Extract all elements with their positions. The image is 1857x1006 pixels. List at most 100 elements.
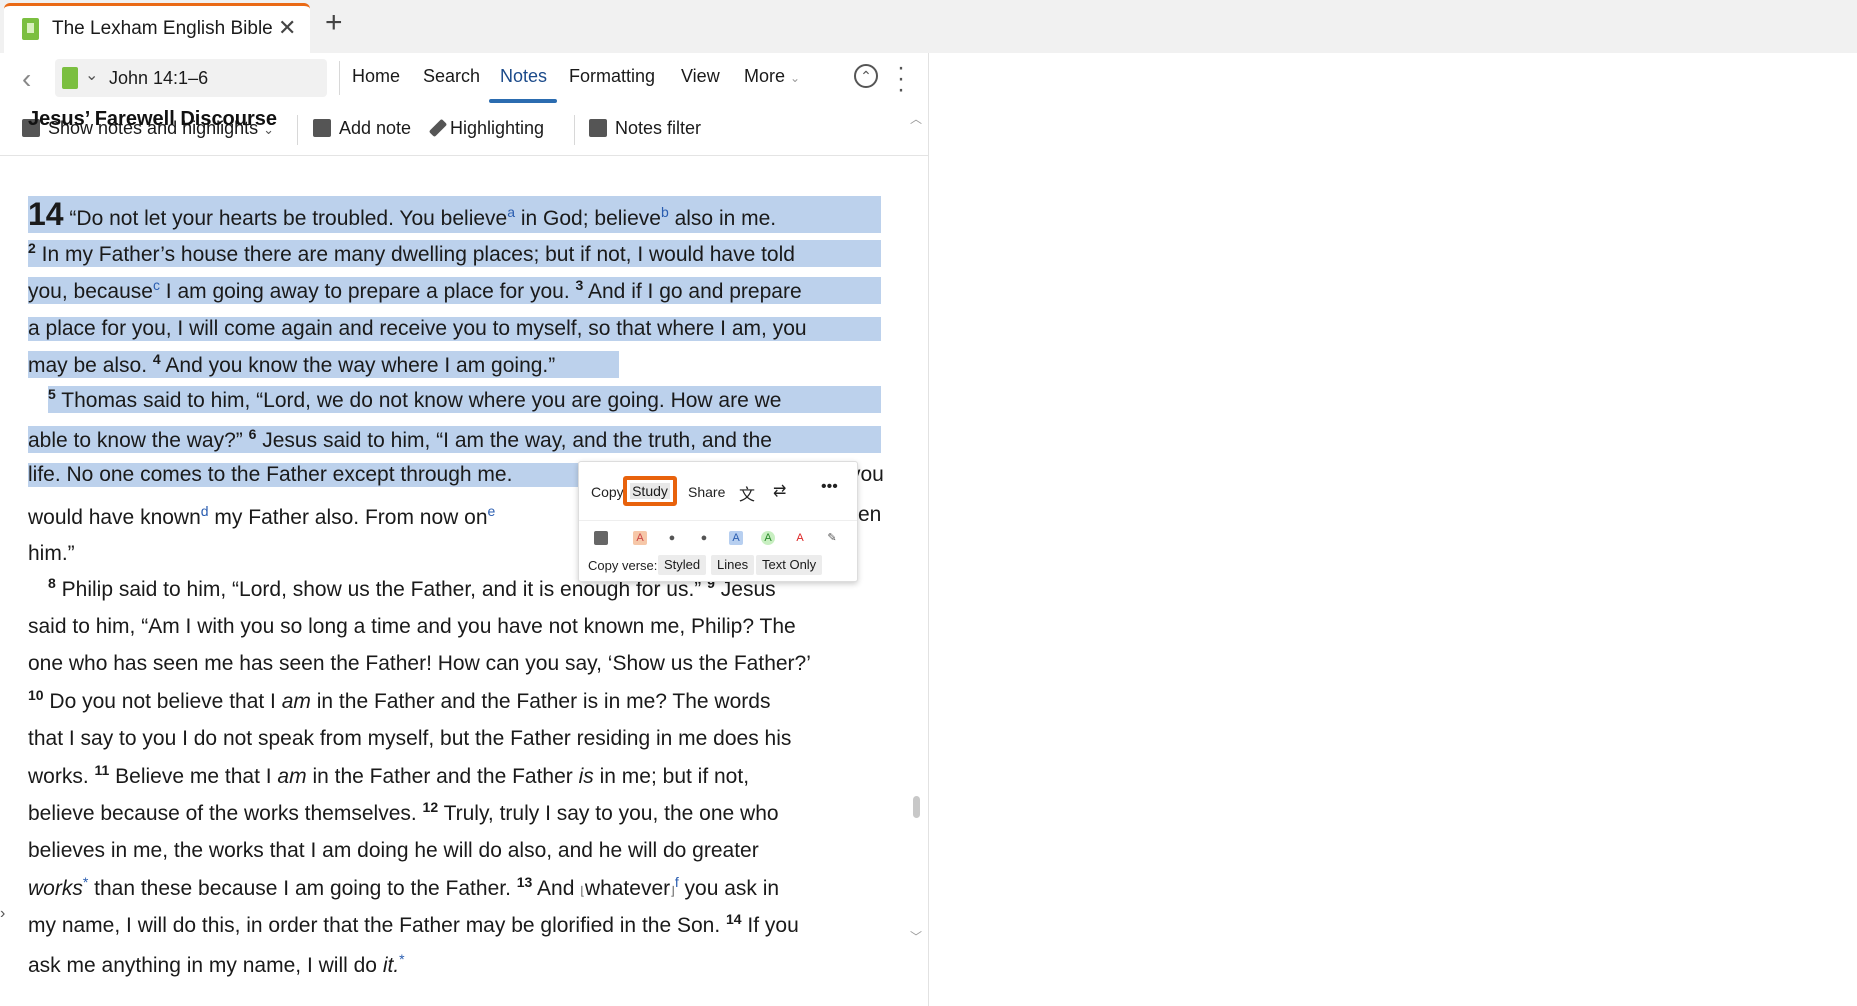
highlight-blue-icon[interactable]: A — [729, 531, 743, 545]
notes-filter-button[interactable]: Notes filter — [589, 118, 701, 139]
verse-line[interactable]: believe because of the works themselves.… — [28, 799, 779, 826]
verse-number: 5 — [48, 386, 56, 402]
share-button[interactable]: Share — [688, 484, 725, 500]
tab-title: The Lexham English Bible — [52, 18, 273, 39]
verse-line[interactable]: may be also. 4 And you know the way wher… — [28, 351, 619, 378]
bible-book-icon[interactable] — [62, 67, 78, 89]
verse-text: in God; believe — [515, 207, 661, 230]
chapter-number: 14 — [28, 196, 64, 232]
verse-line[interactable]: 14 “Do not let your hearts be troubled. … — [28, 196, 881, 233]
verse-line[interactable]: you, becausec I am going away to prepare… — [28, 277, 881, 304]
notes-filter-icon — [589, 119, 607, 137]
notes-filter-label: Notes filter — [615, 118, 702, 138]
verse-line[interactable]: said to him, “Am I with you so long a ti… — [28, 615, 796, 639]
italic-word: it. — [382, 954, 400, 977]
verse-text: also in me. — [668, 207, 777, 230]
swap-arrows-icon[interactable]: ⇄ — [773, 481, 786, 501]
verse-number: 2 — [28, 240, 36, 256]
scroll-up-arrow-icon[interactable]: ︿ — [910, 110, 922, 127]
verse-line[interactable]: would have knownd my Father also. From n… — [28, 503, 495, 530]
italic-word: am — [281, 690, 311, 713]
verse-line[interactable]: him.” — [28, 542, 75, 566]
highlight-orange-icon[interactable]: A — [633, 531, 647, 545]
italic-word: is — [578, 765, 594, 788]
expand-panel-chevron-icon[interactable]: › — [0, 905, 5, 923]
footnote-marker[interactable]: * — [399, 951, 404, 967]
verse-line[interactable]: my name, I will do this, in order that t… — [28, 911, 799, 938]
copy-text-only-button[interactable]: Text Only — [756, 555, 823, 575]
italic-word: am — [277, 765, 307, 788]
verse-text: works. — [28, 765, 95, 788]
verse-text: my Father also. From now on — [208, 506, 488, 529]
reference-input[interactable]: John 14:1–6 — [109, 68, 208, 89]
menu-view[interactable]: View — [681, 66, 720, 87]
menu-home[interactable]: Home — [352, 66, 400, 87]
chevron-down-icon[interactable]: ⌄ — [85, 65, 98, 85]
highlighter-pen-icon[interactable]: ✎ — [825, 531, 839, 545]
footnote-marker[interactable]: a — [507, 204, 515, 220]
verse-line[interactable]: believes in me, the works that I am doin… — [28, 839, 759, 863]
verse-text: in the Father and the Father is in me? T… — [310, 690, 771, 713]
footnote-marker[interactable]: d — [201, 503, 209, 519]
verse-line[interactable]: ask me anything in my name, I will do it… — [28, 951, 405, 978]
verse-text: en — [858, 503, 882, 526]
verse-line[interactable]: life. No one comes to the Father except … — [28, 463, 578, 487]
verse-line[interactable]: that I say to you I do not speak from my… — [28, 727, 791, 751]
close-tab-icon[interactable]: ✕ — [278, 15, 296, 41]
verse-text: And if I go and prepare — [583, 280, 802, 303]
verse-line[interactable]: able to know the way?” 6 Jesus said to h… — [28, 426, 881, 453]
add-note-button[interactable]: Add note — [313, 118, 411, 139]
verse-number: 11 — [94, 762, 110, 778]
verse-line[interactable]: a place for you, I will come again and r… — [28, 317, 881, 341]
copy-styled-button[interactable]: Styled — [658, 555, 707, 575]
back-chevron-icon[interactable]: ‹ — [22, 63, 31, 95]
verse-number: 10 — [28, 687, 44, 703]
selection-popup: Copy Study Share 文 ⇄ ••• A ● ● A A A ✎ C… — [578, 461, 858, 582]
verse-text: may be also. — [28, 354, 153, 377]
verse-text: whatever — [584, 877, 671, 900]
copy-lines-button[interactable]: Lines — [711, 555, 755, 575]
footnote-marker[interactable]: b — [661, 204, 669, 220]
menu-search[interactable]: Search — [423, 66, 480, 87]
verse-text: And — [532, 877, 581, 900]
more-horizontal-icon[interactable]: ••• — [821, 478, 838, 496]
verse-line[interactable]: works* than these because I am going to … — [28, 874, 779, 901]
scroll-down-arrow-icon[interactable]: ﹀ — [910, 928, 922, 945]
menu-formatting[interactable]: Formatting — [569, 66, 655, 87]
text-red-icon[interactable]: A — [793, 531, 807, 545]
study-button[interactable]: Study — [623, 476, 677, 506]
menu-more-label: More — [744, 66, 786, 86]
verse-line[interactable]: works. 11 Believe me that I am in the Fa… — [28, 762, 749, 789]
person-icon[interactable]: ● — [665, 531, 679, 545]
notes-icon[interactable] — [594, 531, 608, 545]
menu-notes[interactable]: Notes — [500, 66, 547, 87]
verse-text: in me; but if not, — [593, 765, 750, 788]
person-icon[interactable]: ● — [697, 531, 711, 545]
translate-icon[interactable]: 文 — [739, 481, 755, 505]
footnote-marker[interactable]: c — [153, 277, 160, 293]
scroll-up-circle-icon[interactable]: ⌃ — [854, 64, 878, 88]
divider — [339, 61, 340, 95]
divider — [579, 520, 857, 521]
verse-line[interactable]: 2 In my Father’s house there are many dw… — [28, 240, 881, 267]
verse-line[interactable]: 10 Do you not believe that I am in the F… — [28, 687, 770, 714]
tab-lexham-bible[interactable]: The Lexham English Bible ✕ — [4, 3, 310, 53]
menu-more[interactable]: More ⌄ — [744, 66, 800, 87]
highlighting-button[interactable]: Highlighting — [428, 118, 544, 139]
bible-book-icon — [22, 18, 39, 40]
verse-text: you, because — [28, 280, 153, 303]
verse-line[interactable]: one who has seen me has seen the Father!… — [28, 652, 811, 676]
navigation-bar: ‹ ⌄ John 14:1–6 Home Search Notes Format… — [0, 53, 928, 103]
scrollbar-thumb[interactable] — [913, 796, 920, 818]
footnote-marker[interactable]: e — [488, 503, 496, 519]
verse-text: Jesus said to him, “I am the way, and th… — [256, 429, 772, 452]
verse-text: In my Father’s house there are many dwel… — [35, 243, 795, 266]
highlight-green-icon[interactable]: A — [761, 531, 775, 545]
more-options-icon[interactable]: · · · — [897, 55, 905, 101]
reference-box[interactable]: ⌄ John 14:1–6 — [55, 59, 327, 97]
verse-text: And you know the way where I am going.” — [160, 354, 556, 377]
copy-button[interactable]: Copy — [591, 484, 624, 500]
new-tab-button[interactable]: + — [325, 8, 343, 38]
verse-line[interactable]: 5 Thomas said to him, “Lord, we do not k… — [48, 386, 881, 413]
verse-text: ask me anything in my name, I will do — [28, 954, 383, 977]
